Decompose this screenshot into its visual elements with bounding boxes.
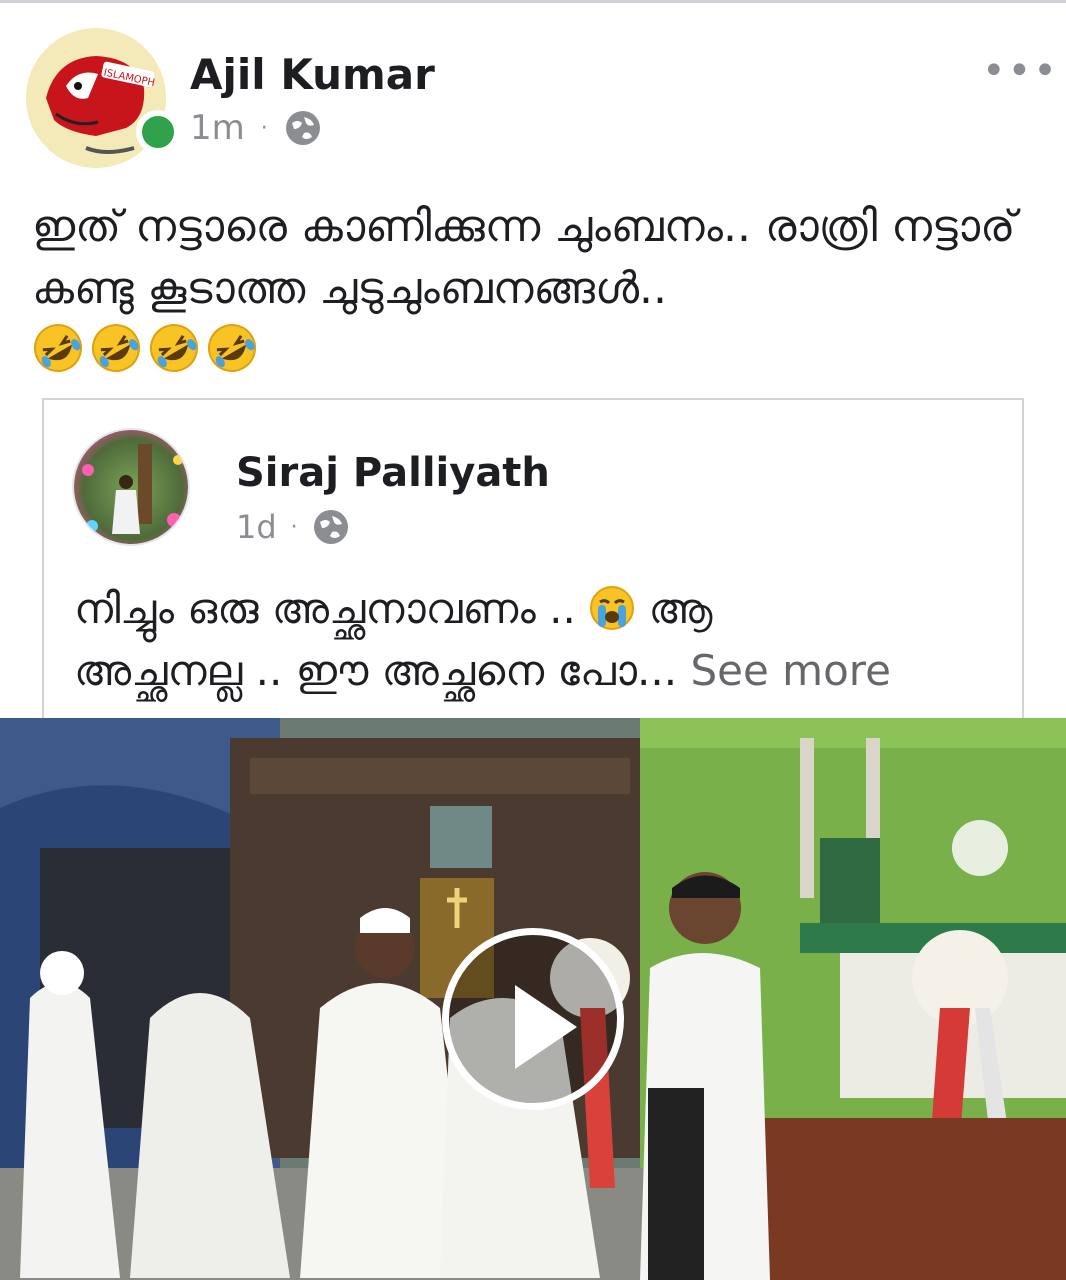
post-caption: ഇത് നട്ടാരെ കാണിക്കുന്ന ചുംബനം.. രാത്രി … — [32, 201, 1016, 314]
see-more-link[interactable]: See more — [677, 646, 891, 695]
crying-face-emoji-icon — [590, 586, 635, 630]
shared-text-line-1: നിച്ചും ഒരു അച്ഛനാവണം .. ആ — [74, 578, 1014, 640]
rolling-laughing-emoji-icon — [34, 324, 82, 372]
play-button[interactable] — [442, 928, 624, 1110]
post-meta: 1m · — [190, 108, 322, 148]
rolling-laughing-emoji-icon — [92, 324, 140, 372]
play-icon — [515, 985, 577, 1069]
shared-author-name[interactable]: Siraj Palliyath — [236, 450, 550, 496]
shared-author-avatar[interactable] — [72, 428, 190, 546]
meta-separator: · — [260, 115, 268, 141]
top-divider — [0, 0, 1066, 3]
shared-text-part: അച്ഛനല്ല .. ഈ അച്ഛനെ പോ... — [74, 646, 678, 695]
shared-timestamp[interactable]: 1d — [236, 508, 277, 546]
rolling-laughing-emoji-icon — [208, 324, 256, 372]
online-status-indicator — [136, 110, 180, 154]
shared-text-part: ആ — [648, 584, 713, 633]
post-timestamp[interactable]: 1m — [190, 108, 245, 148]
globe-icon — [285, 111, 320, 145]
globe-icon — [313, 510, 348, 544]
shared-post-text: നിച്ചും ഒരു അച്ഛനാവണം .. ആ അച്ഛനല്ല .. ഈ… — [74, 578, 1014, 702]
meta-separator: · — [290, 514, 298, 540]
shared-post-card[interactable]: Siraj Palliyath 1d · നിച്ചും ഒരു അച്ഛനാവ… — [42, 398, 1024, 738]
caption-emojis — [32, 322, 258, 374]
shared-avatar-image — [74, 430, 188, 544]
more-options-button[interactable]: ••• — [982, 51, 1059, 91]
shared-text-line-2: അച്ഛനല്ല .. ഈ അച്ഛനെ പോ... See more — [74, 640, 1014, 702]
rolling-laughing-emoji-icon — [150, 324, 198, 372]
shared-post-meta: 1d · — [236, 508, 350, 546]
post-author-name[interactable]: Ajil Kumar — [190, 50, 435, 99]
shared-text-part: നിച്ചും ഒരു അച്ഛനാവണം .. — [74, 584, 576, 633]
